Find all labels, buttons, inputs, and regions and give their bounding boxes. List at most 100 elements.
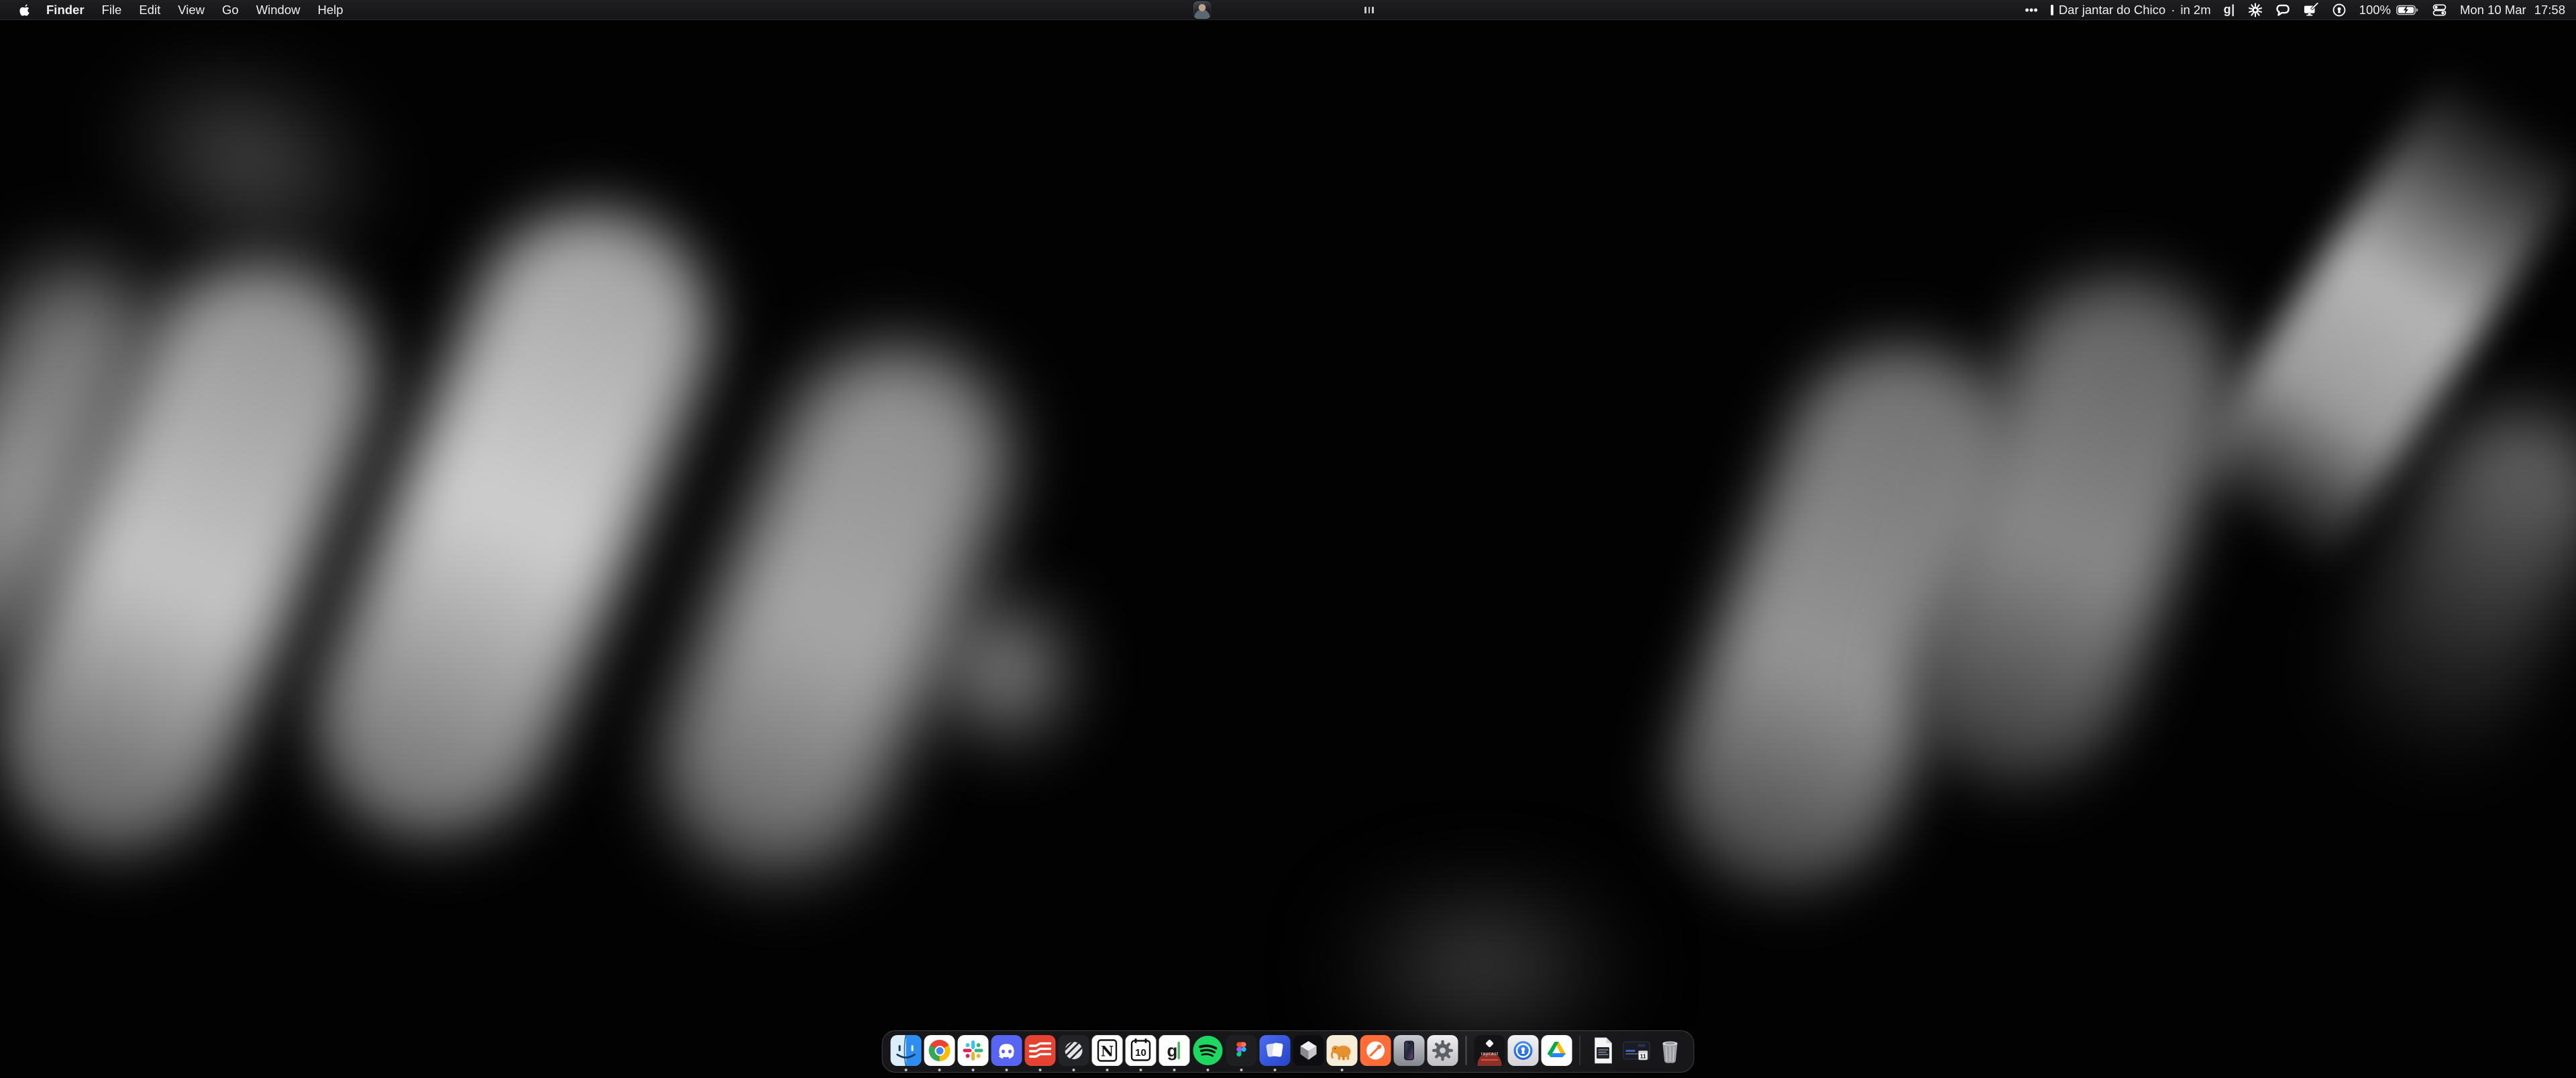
menu-bar-clock[interactable]: Mon 10 Mar 17:58 xyxy=(2460,3,2565,17)
speech-bubble-icon xyxy=(2275,3,2290,17)
running-indicator xyxy=(1106,1069,1109,1071)
running-indicator xyxy=(1173,1069,1176,1071)
1password-icon xyxy=(1507,1035,1538,1066)
wallpaper-shape xyxy=(2165,37,2576,593)
notion-icon: N xyxy=(1092,1035,1123,1066)
dock-item-trash[interactable] xyxy=(1655,1035,1686,1066)
wallpaper-shape xyxy=(281,174,745,872)
event-title: Dar jantar do Chico xyxy=(2059,3,2165,17)
dock-item-granola[interactable]: g xyxy=(1159,1035,1190,1066)
dock-separator xyxy=(1466,1036,1467,1065)
apple-menu[interactable] xyxy=(12,3,38,17)
menu-bar-levels-item[interactable] xyxy=(1364,0,1374,20)
dock-item-cube-app[interactable] xyxy=(1293,1035,1324,1066)
dock-item-slack[interactable] xyxy=(958,1035,989,1066)
trash-icon xyxy=(1655,1035,1686,1066)
dock-item-linear[interactable] xyxy=(1059,1035,1089,1066)
chrome-icon xyxy=(924,1035,955,1066)
onepassword-menu-item[interactable] xyxy=(2332,3,2347,17)
menu-window[interactable]: Window xyxy=(248,3,309,17)
menu-file[interactable]: File xyxy=(93,3,131,17)
menu-bar-status: ••• Dar jantar do Chico · in 2m g| 100% xyxy=(2025,3,2565,17)
dock-item-postman[interactable] xyxy=(1360,1035,1391,1066)
dock: N 10g raycast 11 xyxy=(882,1030,1695,1073)
desktop[interactable] xyxy=(0,0,2576,1078)
cards-app-icon xyxy=(1260,1035,1291,1066)
battery-charging-icon xyxy=(2396,5,2419,15)
dock-item-notion[interactable]: N xyxy=(1092,1035,1123,1066)
sunburst-gear-icon xyxy=(2248,3,2263,17)
dock-item-raycast[interactable]: raycast xyxy=(1474,1035,1505,1066)
svg-text:raycast: raycast xyxy=(1481,1052,1498,1057)
event-countdown: in 2m xyxy=(2180,3,2210,17)
battery-menu-item[interactable]: 100% xyxy=(2359,3,2419,17)
notion-calendar-icon: 10 xyxy=(1126,1035,1157,1066)
overflow-ellipsis-button[interactable]: ••• xyxy=(2025,3,2037,17)
sunburst-menu-item[interactable] xyxy=(2248,3,2263,17)
menu-app-name[interactable]: Finder xyxy=(38,3,93,17)
dock-item-system-settings[interactable] xyxy=(1428,1035,1458,1066)
control-center-icon xyxy=(2432,3,2447,17)
running-indicator xyxy=(1140,1069,1142,1071)
dock-item-notion-calendar[interactable]: 10 xyxy=(1126,1035,1157,1066)
calendar-event-item[interactable]: Dar jantar do Chico · in 2m xyxy=(2051,3,2211,17)
keyhole-icon xyxy=(2332,3,2347,17)
running-indicator xyxy=(938,1069,941,1071)
wallpaper-shape xyxy=(629,314,1040,907)
wallpaper-shape xyxy=(912,563,1100,778)
granola-icon: g| xyxy=(2224,3,2235,17)
wallpaper-shape xyxy=(1876,246,2263,814)
wallpaper-shape xyxy=(1642,313,2049,921)
ellipsis-label: ••• xyxy=(2025,3,2037,17)
google-drive-icon xyxy=(1541,1035,1572,1066)
menu-go[interactable]: Go xyxy=(213,3,248,17)
event-separator: · xyxy=(2171,3,2175,17)
dock-item-cards-app[interactable] xyxy=(1260,1035,1291,1066)
slack-icon xyxy=(958,1035,989,1066)
display-menu-item[interactable] xyxy=(2303,3,2319,17)
dock-item-google-drive[interactable] xyxy=(1541,1035,1572,1066)
dock-separator xyxy=(1579,1036,1580,1065)
postman-icon xyxy=(1360,1035,1391,1066)
user-avatar xyxy=(1193,1,1211,19)
dock-item-figma[interactable] xyxy=(1226,1035,1257,1066)
dock-item-iphone-mirroring[interactable] xyxy=(1394,1035,1425,1066)
finder-icon xyxy=(891,1035,922,1066)
chat-bubble-menu-item[interactable] xyxy=(2275,3,2290,17)
battery-percent: 100% xyxy=(2359,3,2391,17)
figma-icon xyxy=(1226,1035,1257,1066)
dock-item-downloads-stack[interactable]: 11 xyxy=(1621,1035,1652,1066)
menu-bar-avatar-item[interactable] xyxy=(1193,0,1211,20)
date-text: Mon 10 Mar xyxy=(2460,3,2526,17)
wallpaper-shape xyxy=(0,244,169,695)
running-indicator xyxy=(1240,1069,1243,1071)
running-indicator xyxy=(905,1069,908,1071)
svg-text:11: 11 xyxy=(1640,1053,1646,1060)
menu-help[interactable]: Help xyxy=(309,3,352,17)
menu-view[interactable]: View xyxy=(169,3,213,17)
dock-item-1password[interactable] xyxy=(1507,1035,1538,1066)
dock-item-finder[interactable] xyxy=(891,1035,922,1066)
system-settings-icon xyxy=(1428,1035,1458,1066)
downloads-stack-icon: 11 xyxy=(1621,1035,1652,1066)
linear-icon xyxy=(1059,1035,1089,1066)
apple-logo-icon xyxy=(19,3,31,17)
event-color-bar-icon xyxy=(2051,5,2053,15)
running-indicator xyxy=(1341,1069,1344,1071)
raycast-icon: raycast xyxy=(1474,1035,1505,1066)
dock-item-elephant-app[interactable] xyxy=(1327,1035,1358,1066)
dock-item-discord[interactable] xyxy=(991,1035,1022,1066)
menu-bar-left: Finder FileEditViewGoWindowHelp xyxy=(12,3,352,17)
svg-text:N: N xyxy=(1101,1043,1114,1060)
menu-edit[interactable]: Edit xyxy=(130,3,169,17)
dock-item-todoist[interactable] xyxy=(1025,1035,1056,1066)
cube-app-icon xyxy=(1293,1035,1324,1066)
control-center-menu-item[interactable] xyxy=(2432,3,2447,17)
running-indicator xyxy=(1039,1069,1042,1071)
dock-item-spotify[interactable] xyxy=(1193,1035,1224,1066)
running-indicator xyxy=(1073,1069,1075,1071)
menu-bar: Finder FileEditViewGoWindowHelp ••• Dar … xyxy=(0,0,2576,20)
granola-menu-item[interactable]: g| xyxy=(2224,3,2235,17)
dock-item-document-file[interactable] xyxy=(1588,1035,1619,1066)
dock-item-chrome[interactable] xyxy=(924,1035,955,1066)
